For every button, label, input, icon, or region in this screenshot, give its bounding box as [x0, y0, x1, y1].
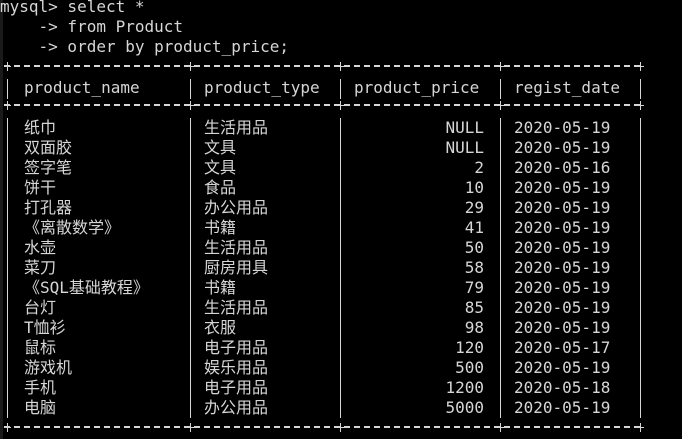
cell-product-name: 双面胶 — [24, 138, 73, 157]
continuation-line: -> order by product_price; — [0, 37, 289, 56]
cell-product-price: 41 — [464, 218, 484, 237]
cell-product-name: 《SQL基础教程》 — [24, 278, 149, 297]
cell-product-price: 1200 — [445, 378, 484, 397]
cell-product-type: 衣服 — [204, 318, 237, 337]
cell-product-name: 签字笔 — [24, 158, 73, 177]
cell-product-price: 58 — [464, 258, 484, 277]
cell-regist-date: 2020-05-19 — [514, 138, 611, 157]
window-edge — [0, 0, 3, 439]
cell-product-price: NULL — [445, 118, 484, 137]
cell-product-type: 生活用品 — [204, 238, 269, 257]
cell-regist-date: 2020-05-19 — [514, 398, 611, 417]
table-corner — [637, 423, 644, 432]
cell-regist-date: 2020-05-19 — [514, 198, 611, 217]
cell-product-type: 电子用品 — [204, 378, 269, 397]
cell-regist-date: 2020-05-19 — [514, 258, 611, 277]
cell-regist-date: 2020-05-17 — [514, 338, 611, 357]
column-separator — [190, 79, 191, 99]
cell-product-name: 饼干 — [24, 178, 57, 197]
table-corner — [4, 423, 11, 432]
cell-product-name: 台灯 — [24, 298, 57, 317]
cell-regist-date: 2020-05-19 — [514, 238, 611, 257]
cell-product-type: 办公用品 — [204, 398, 269, 417]
column-separator — [190, 118, 191, 418]
table-corner — [337, 101, 344, 110]
table-corner — [187, 423, 194, 432]
table-border-top — [4, 65, 640, 67]
cell-product-type: 生活用品 — [204, 118, 269, 137]
column-separator — [640, 79, 641, 99]
table-border-mid — [4, 104, 640, 106]
table-corner — [497, 101, 504, 110]
cell-product-name: 菜刀 — [24, 258, 57, 277]
column-header-regist-date: regist_date — [514, 78, 620, 97]
cell-regist-date: 2020-05-19 — [514, 278, 611, 297]
cell-product-type: 娱乐用品 — [204, 358, 269, 377]
cell-product-price: 50 — [464, 238, 484, 257]
table-border-bottom — [4, 426, 640, 428]
cell-product-price: 79 — [464, 278, 484, 297]
cell-regist-date: 2020-05-19 — [514, 178, 611, 197]
column-separator — [500, 118, 501, 418]
cell-regist-date: 2020-05-19 — [514, 298, 611, 317]
cell-product-name: T恤衫 — [24, 318, 66, 337]
column-separator — [7, 118, 8, 418]
table-corner — [497, 423, 504, 432]
cell-regist-date: 2020-05-19 — [514, 118, 611, 137]
cell-regist-date: 2020-05-16 — [514, 158, 611, 177]
cell-regist-date: 2020-05-18 — [514, 378, 611, 397]
cell-product-price: 2 — [474, 158, 484, 177]
cell-product-price: 10 — [464, 178, 484, 197]
table-corner — [637, 101, 644, 110]
table-corner — [497, 62, 504, 71]
cell-regist-date: 2020-05-19 — [514, 218, 611, 237]
cell-product-price: 120 — [455, 338, 484, 357]
cell-product-name: 打孔器 — [24, 198, 73, 217]
cell-product-name: 电脑 — [24, 398, 57, 417]
table-corner — [187, 101, 194, 110]
table-corner — [337, 62, 344, 71]
column-separator — [340, 79, 341, 99]
cell-product-name: 鼠标 — [24, 338, 57, 357]
prompt-line: mysql> select * — [0, 0, 145, 16]
column-separator — [7, 79, 8, 99]
cell-product-price: 500 — [455, 358, 484, 377]
cell-product-price: 29 — [464, 198, 484, 217]
cell-product-type: 书籍 — [204, 218, 237, 237]
cell-product-type: 食品 — [204, 178, 237, 197]
cell-product-type: 文具 — [204, 158, 237, 177]
cell-product-name: 水壶 — [24, 238, 57, 257]
cell-product-price: 98 — [464, 318, 484, 337]
cell-product-type: 办公用品 — [204, 198, 269, 217]
column-header-product-type: product_type — [204, 78, 320, 97]
column-header-product-price: product_price — [354, 78, 480, 97]
cell-product-name: 游戏机 — [24, 358, 73, 377]
table-corner — [4, 101, 11, 110]
table-corner — [4, 62, 11, 71]
cell-product-price: 85 — [464, 298, 484, 317]
table-corner — [337, 423, 344, 432]
table-corner — [187, 62, 194, 71]
cell-product-name: 手机 — [24, 378, 57, 397]
cell-product-name: 《离散数学》 — [24, 218, 121, 237]
column-header-product-name: product_name — [24, 78, 140, 97]
cell-product-name: 纸巾 — [24, 118, 57, 137]
column-separator — [340, 118, 341, 418]
column-separator — [640, 118, 641, 418]
cell-product-type: 文具 — [204, 138, 237, 157]
cell-regist-date: 2020-05-19 — [514, 358, 611, 377]
table-corner — [637, 62, 644, 71]
cell-product-type: 书籍 — [204, 278, 237, 297]
continuation-line: -> from Product — [0, 17, 184, 36]
cell-regist-date: 2020-05-19 — [514, 318, 611, 337]
cell-product-type: 厨房用具 — [204, 258, 269, 277]
column-separator — [500, 79, 501, 99]
cell-product-price: NULL — [445, 138, 484, 157]
cell-product-type: 电子用品 — [204, 338, 269, 357]
cell-product-type: 生活用品 — [204, 298, 269, 317]
cell-product-price: 5000 — [445, 398, 484, 417]
